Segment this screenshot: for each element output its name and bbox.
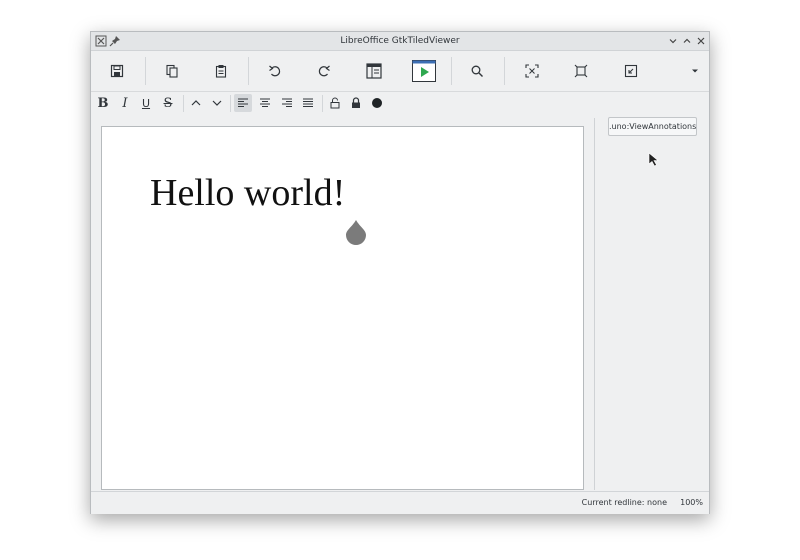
presentation-button[interactable] [411,59,437,83]
align-right-icon [282,98,292,107]
bold-button[interactable]: B [94,94,112,112]
zoom-shrink-icon [624,64,638,78]
presentation-icon [412,60,436,82]
pane-divider[interactable] [594,118,595,490]
view-annotations-button[interactable]: .uno:ViewAnnotations [608,117,697,136]
copy-icon [166,64,178,78]
record-button[interactable] [368,94,386,112]
redline-status: Current redline: none [581,498,667,507]
lock-button[interactable] [347,94,365,112]
align-justify-button[interactable] [299,94,317,112]
align-center-icon [260,98,270,107]
zoom-original-button[interactable] [569,59,593,83]
unlock-button[interactable] [326,94,344,112]
text-cursor-handle-icon[interactable] [344,219,368,245]
toolbar-separator [183,95,184,112]
toolbar-separator [230,95,231,112]
copy-button[interactable] [160,59,184,83]
toolbar-separator [145,57,146,85]
paste-icon [215,65,227,78]
align-left-icon [238,98,248,107]
align-left-button[interactable] [234,94,252,112]
title-bar: LibreOffice GtkTiledViewer [91,32,709,51]
toolbar-separator [451,57,452,85]
zoom-level: 100% [680,498,703,507]
record-icon [372,98,382,108]
toolbar-separator [504,57,505,85]
sidebar-toggle-button[interactable] [362,59,386,83]
sidebar-icon [366,63,382,79]
maximize-icon[interactable] [681,35,693,47]
document-canvas[interactable]: Hello world! [101,126,584,490]
save-button[interactable] [105,59,129,83]
align-right-button[interactable] [278,94,296,112]
minimize-icon[interactable] [667,35,679,47]
overflow-menu-button[interactable] [687,59,703,83]
undo-button[interactable] [263,59,287,83]
app-window: LibreOffice GtkTiledViewer B I U S Hello… [90,31,710,514]
unlock-icon [330,97,340,109]
superscript-button[interactable] [187,94,205,112]
subscript-button[interactable] [208,94,226,112]
save-icon [110,64,124,78]
zoom-fit-button[interactable] [520,59,544,83]
zoom-fit-icon [525,64,539,78]
zoom-original-icon [574,64,588,78]
main-toolbar [91,51,709,92]
status-bar: Current redline: none 100% [91,491,709,514]
strikethrough-button[interactable]: S [159,94,177,112]
redo-button[interactable] [312,59,336,83]
undo-icon [269,65,281,77]
chevron-down-icon [212,100,222,106]
paste-button[interactable] [209,59,233,83]
search-button[interactable] [465,59,489,83]
redo-icon [318,65,330,77]
close-icon[interactable] [695,35,707,47]
align-justify-icon [303,98,313,107]
toolbar-separator [248,57,249,85]
toolbar-separator [322,95,323,112]
mouse-pointer-icon [648,152,659,167]
search-icon [471,65,483,77]
align-center-button[interactable] [256,94,274,112]
document-text[interactable]: Hello world! [150,171,345,215]
lock-icon [352,97,360,108]
zoom-shrink-button[interactable] [619,59,643,83]
underline-button[interactable]: U [137,94,155,112]
italic-button[interactable]: I [116,94,134,112]
chevron-up-icon [191,100,201,106]
window-title: LibreOffice GtkTiledViewer [340,36,460,46]
format-toolbar: B I U S [91,92,709,114]
overflow-icon [692,69,698,73]
